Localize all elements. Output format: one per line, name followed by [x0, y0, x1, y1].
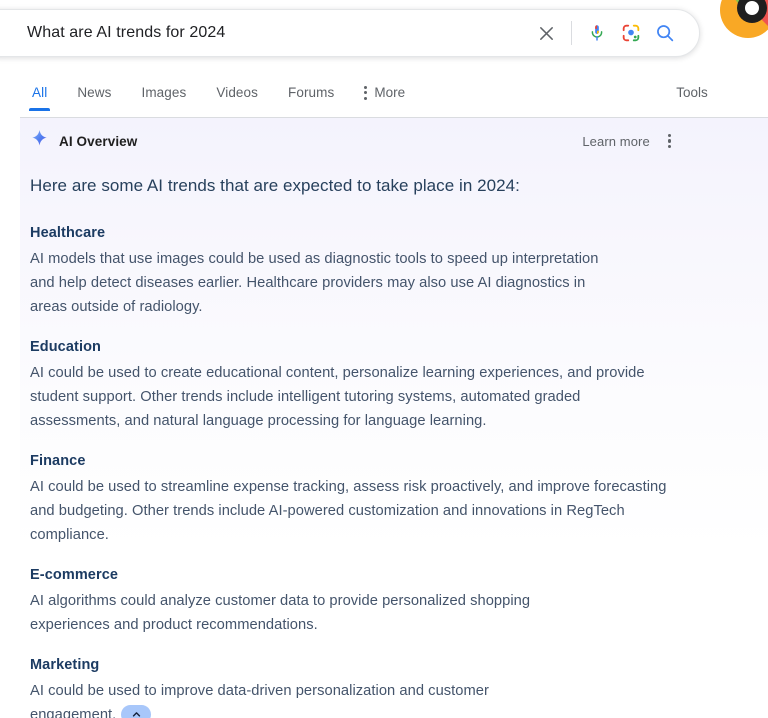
avatar[interactable] — [716, 0, 768, 42]
more-options-icon[interactable] — [667, 133, 671, 149]
tools-button[interactable]: Tools — [616, 80, 768, 111]
section-body-with-collapse: AI could be used to improve data-driven … — [30, 679, 560, 718]
section-body: AI algorithms could analyze customer dat… — [30, 593, 531, 633]
tab-all[interactable]: All — [28, 80, 51, 111]
section-marketing: Marketing AI could be used to improve da… — [30, 657, 758, 718]
ai-overview-header: AI Overview Learn more — [20, 118, 768, 164]
more-label: More — [374, 85, 406, 100]
search-divider — [571, 21, 572, 45]
section-healthcare: Healthcare AI models that use images cou… — [30, 225, 758, 319]
section-education: Education AI could be used to create edu… — [30, 339, 758, 433]
section-body: AI could be used to improve data-driven … — [30, 683, 489, 718]
section-heading: E-commerce — [30, 567, 119, 583]
search-bar-container: What are AI trends for 2024 — [0, 9, 700, 57]
ai-overview-panel: AI Overview Learn more Here are some AI … — [20, 118, 768, 718]
learn-more-link[interactable]: Learn more — [582, 134, 649, 149]
section-body: AI could be used to streamline expense t… — [30, 479, 667, 543]
sparkle-icon — [30, 129, 49, 153]
search-input[interactable]: What are AI trends for 2024 — [27, 24, 529, 42]
google-search-results-page: What are AI trends for 2024 All News Ima… — [0, 0, 768, 718]
section-finance: Finance AI could be used to streamline e… — [30, 453, 758, 547]
more-options-icon — [364, 85, 368, 100]
ai-overview-intro: Here are some AI trends that are expecte… — [30, 176, 520, 195]
microphone-icon[interactable] — [580, 16, 614, 50]
section-heading: Healthcare — [30, 225, 106, 241]
section-heading: Marketing — [30, 657, 100, 673]
chevron-up-icon[interactable] — [121, 704, 152, 718]
ai-overview-content: Here are some AI trends that are expecte… — [20, 173, 768, 718]
ai-overview-title-group: AI Overview — [30, 129, 137, 153]
section-ecommerce: E-commerce AI algorithms could analyze c… — [30, 567, 758, 637]
tab-images[interactable]: Images — [141, 80, 186, 111]
search-actions — [529, 10, 699, 56]
close-icon[interactable] — [529, 16, 563, 50]
section-heading: Education — [30, 339, 101, 355]
ai-overview-title: AI Overview — [59, 133, 138, 149]
tab-news[interactable]: News — [77, 80, 111, 111]
search-nav-tabs: All News Images Videos Forums More Tools — [0, 80, 768, 118]
more-filters-button[interactable]: More — [364, 80, 405, 111]
tab-forums[interactable]: Forums — [288, 80, 334, 111]
section-body: AI models that use images could be used … — [30, 251, 599, 315]
section-heading: Finance — [30, 453, 86, 469]
search-icon[interactable] — [648, 16, 682, 50]
nav-tab-list: All News Images Videos Forums More — [28, 80, 405, 111]
ai-overview-header-actions: Learn more — [582, 134, 671, 149]
tab-videos[interactable]: Videos — [216, 80, 258, 111]
google-lens-icon[interactable] — [614, 16, 648, 50]
section-body: AI could be used to create educational c… — [30, 365, 645, 429]
search-box[interactable]: What are AI trends for 2024 — [0, 9, 700, 57]
